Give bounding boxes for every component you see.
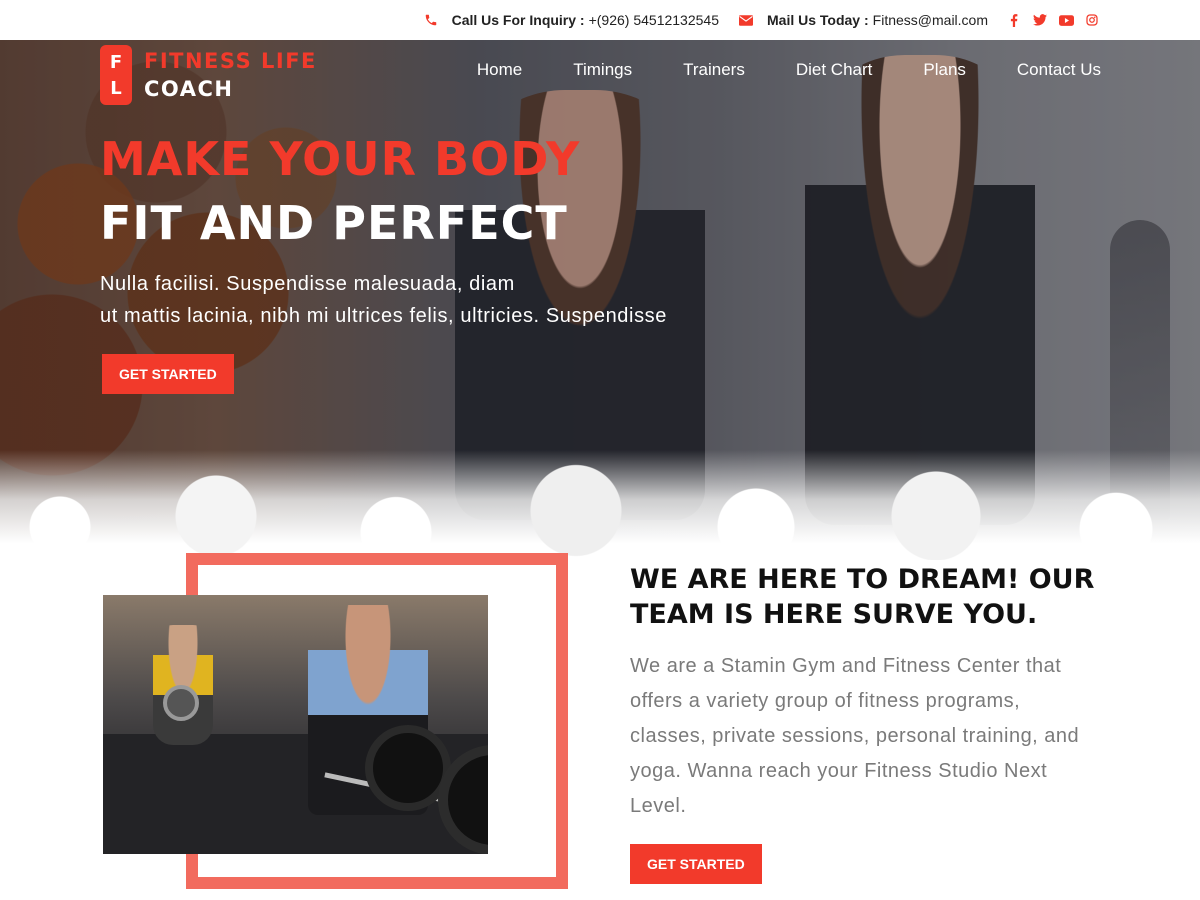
nav-item-plans[interactable]: Plans: [923, 60, 966, 80]
about-gym-photo: [103, 595, 488, 854]
logo-badge: F L: [100, 45, 132, 105]
social-links: [996, 12, 1100, 28]
email-address[interactable]: Fitness@mail.com: [873, 12, 988, 28]
hero-title-line1: MAKE YOUR BODY: [100, 132, 581, 186]
hero-description-line1: Nulla facilisi. Suspendisse malesuada, d…: [100, 273, 515, 295]
main-nav: Home Timings Trainers Diet Chart Plans C…: [426, 60, 1101, 80]
top-bar: Call Us For Inquiry : +(926) 54512132545…: [0, 0, 1200, 40]
logo-badge-bottom: L: [110, 77, 122, 99]
hero-title-line2: FIT AND PERFECT: [100, 196, 568, 250]
logo-line2: COACH: [144, 77, 234, 101]
mail-icon: [739, 13, 753, 27]
phone-label: Call Us For Inquiry :: [451, 12, 585, 28]
nav-item-diet-chart[interactable]: Diet Chart: [796, 60, 873, 80]
logo-text: FITNESS LIFE COACH: [144, 47, 317, 103]
phone-contact[interactable]: Call Us For Inquiry : +(926) 54512132545: [424, 12, 719, 28]
mail-contact[interactable]: Mail Us Today : Fitness@mail.com: [739, 12, 988, 28]
nav-item-contact-us[interactable]: Contact Us: [1017, 60, 1101, 80]
hero-get-started-button[interactable]: GET STARTED: [102, 354, 234, 394]
logo-line1: FITNESS LIFE: [144, 49, 317, 73]
youtube-icon[interactable]: [1058, 12, 1074, 28]
facebook-icon[interactable]: [1006, 12, 1022, 28]
phone-icon: [424, 13, 438, 27]
logo-badge-top: F: [109, 51, 123, 73]
hero-description: Nulla facilisi. Suspendisse malesuada, d…: [100, 268, 667, 332]
twitter-icon[interactable]: [1032, 12, 1048, 28]
nav-item-home[interactable]: Home: [477, 60, 522, 80]
instagram-icon[interactable]: [1084, 12, 1100, 28]
site-logo[interactable]: F L FITNESS LIFE COACH: [100, 45, 317, 105]
hero-snow-divider: [0, 450, 1200, 560]
about-title-line1: WE ARE HERE TO DREAM! OUR: [630, 564, 1095, 595]
about-get-started-button[interactable]: GET STARTED: [630, 844, 762, 884]
about-description: We are a Stamin Gym and Fitness Center t…: [630, 655, 1080, 817]
about-title-line2: TEAM IS HERE SURVE YOU.: [630, 599, 1038, 630]
nav-item-trainers[interactable]: Trainers: [683, 60, 745, 80]
mail-label: Mail Us Today :: [767, 12, 869, 28]
phone-number[interactable]: +(926) 54512132545: [589, 12, 719, 28]
photo-background-plate: [163, 685, 199, 721]
hero-description-line2: ut mattis lacinia, nibh mi ultrices feli…: [100, 305, 667, 327]
about-title: WE ARE HERE TO DREAM! OUR TEAM IS HERE S…: [630, 562, 1110, 632]
nav-item-timings[interactable]: Timings: [573, 60, 632, 80]
